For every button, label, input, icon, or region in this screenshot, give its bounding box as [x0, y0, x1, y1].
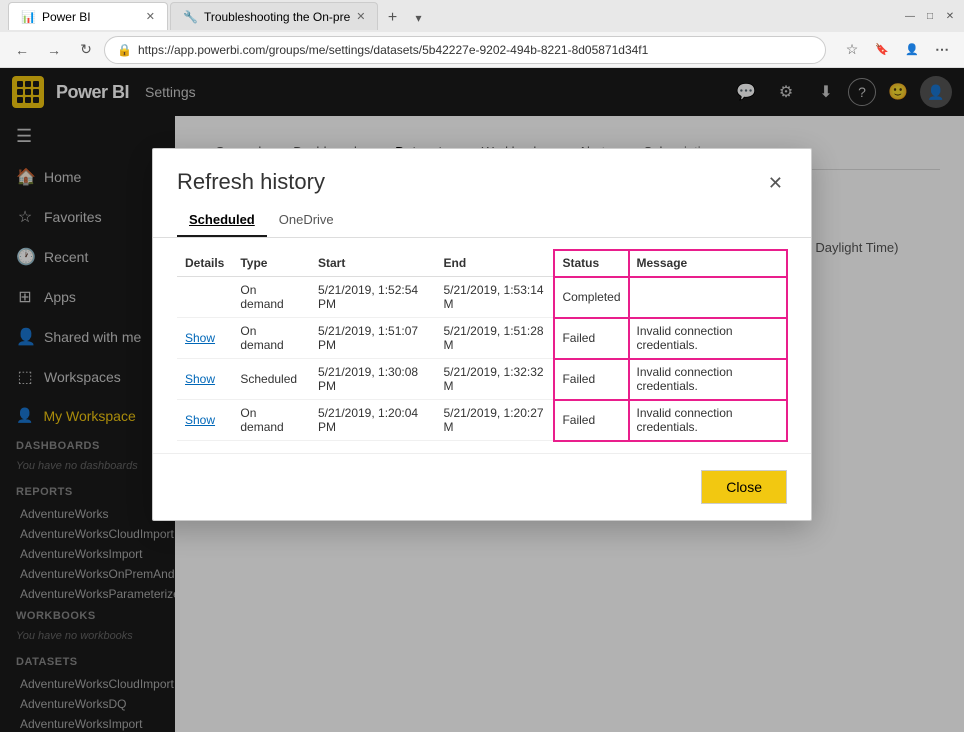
row2-show-link[interactable]: Show [185, 331, 215, 345]
tab2-label: Troubleshooting the On-pre [204, 10, 350, 24]
table-row: On demand 5/21/2019, 1:52:54 PM 5/21/201… [177, 277, 787, 318]
modal-tab-scheduled[interactable]: Scheduled [177, 206, 267, 237]
refresh-history-modal: Refresh history ✕ Scheduled OneDrive Det… [152, 148, 812, 521]
row2-status: Failed [554, 318, 628, 359]
maximize-button[interactable]: □ [924, 10, 936, 22]
row4-show-link[interactable]: Show [185, 413, 215, 427]
table-row: Show On demand 5/21/2019, 1:20:04 PM 5/2… [177, 400, 787, 441]
modal-title: Refresh history [177, 169, 764, 195]
modal-overlay: Refresh history ✕ Scheduled OneDrive Det… [0, 68, 964, 732]
refresh-history-table: Details Type Start End Status Message On… [177, 250, 787, 441]
modal-tabs: Scheduled OneDrive [153, 198, 811, 238]
row2-start: 5/21/2019, 1:51:07 PM [310, 318, 436, 359]
bookmark-button[interactable]: ☆ [838, 36, 866, 64]
tab-list-button[interactable]: ▾ [406, 6, 430, 30]
url-text: https://app.powerbi.com/groups/me/settin… [138, 43, 813, 57]
row3-type: Scheduled [232, 359, 310, 400]
row3-status: Failed [554, 359, 628, 400]
row1-start: 5/21/2019, 1:52:54 PM [310, 277, 436, 318]
col-header-message: Message [629, 250, 788, 277]
refresh-browser-button[interactable]: ↻ [72, 36, 100, 64]
table-header-row: Details Type Start End Status Message [177, 250, 787, 277]
row3-show-link[interactable]: Show [185, 372, 215, 386]
row2-message: Invalid connection credentials. [629, 318, 788, 359]
row1-end: 5/21/2019, 1:53:14 M [435, 277, 554, 318]
bookmark-list-button[interactable]: 🔖 [868, 36, 896, 64]
row1-message [629, 277, 788, 318]
lock-icon: 🔒 [117, 43, 132, 57]
row4-details[interactable]: Show [177, 400, 232, 441]
browser-controls: ← → ↻ 🔒 https://app.powerbi.com/groups/m… [0, 32, 964, 68]
row4-status: Failed [554, 400, 628, 441]
row2-end: 5/21/2019, 1:51:28 M [435, 318, 554, 359]
modal-body: Details Type Start End Status Message On… [153, 238, 811, 453]
tab2-close-btn[interactable]: ✕ [356, 10, 365, 23]
browser-action-buttons: ☆ 🔖 👤 ⋯ [838, 36, 956, 64]
col-header-details: Details [177, 250, 232, 277]
browser-window: 📊 Power BI ✕ 🔧 Troubleshooting the On-pr… [0, 0, 964, 68]
row3-message: Invalid connection credentials. [629, 359, 788, 400]
row2-details[interactable]: Show [177, 318, 232, 359]
modal-close-btn[interactable]: Close [701, 470, 787, 504]
tab-close-btn[interactable]: ✕ [146, 10, 155, 23]
row1-status: Completed [554, 277, 628, 318]
table-row: Show Scheduled 5/21/2019, 1:30:08 PM 5/2… [177, 359, 787, 400]
window-controls: — □ ✕ [904, 10, 956, 22]
row4-type: On demand [232, 400, 310, 441]
minimize-button[interactable]: — [904, 10, 916, 22]
col-header-start: Start [310, 250, 436, 277]
row3-details[interactable]: Show [177, 359, 232, 400]
browser-tabs: 📊 Power BI ✕ 🔧 Troubleshooting the On-pr… [8, 2, 904, 30]
row2-type: On demand [232, 318, 310, 359]
close-window-button[interactable]: ✕ [944, 10, 956, 22]
row3-end: 5/21/2019, 1:32:32 M [435, 359, 554, 400]
col-header-status: Status [554, 250, 628, 277]
modal-close-button[interactable]: ✕ [764, 169, 787, 198]
row3-start: 5/21/2019, 1:30:08 PM [310, 359, 436, 400]
tab-favicon: 📊 [21, 10, 36, 24]
browser-titlebar: 📊 Power BI ✕ 🔧 Troubleshooting the On-pr… [0, 0, 964, 32]
forward-button[interactable]: → [40, 36, 68, 64]
back-button[interactable]: ← [8, 36, 36, 64]
address-bar[interactable]: 🔒 https://app.powerbi.com/groups/me/sett… [104, 36, 826, 64]
modal-header: Refresh history ✕ [153, 149, 811, 198]
col-header-type: Type [232, 250, 310, 277]
row4-message: Invalid connection credentials. [629, 400, 788, 441]
profile-button[interactable]: 👤 [898, 36, 926, 64]
row4-start: 5/21/2019, 1:20:04 PM [310, 400, 436, 441]
modal-footer: Close [153, 453, 811, 520]
more-button[interactable]: ⋯ [928, 36, 956, 64]
modal-tab-onedrive[interactable]: OneDrive [267, 206, 346, 237]
table-row: Show On demand 5/21/2019, 1:51:07 PM 5/2… [177, 318, 787, 359]
active-tab[interactable]: 📊 Power BI ✕ [8, 2, 168, 30]
row4-end: 5/21/2019, 1:20:27 M [435, 400, 554, 441]
tab2-favicon: 🔧 [183, 10, 198, 24]
new-tab-button[interactable]: + [380, 6, 404, 30]
col-header-end: End [435, 250, 554, 277]
tab-label: Power BI [42, 10, 91, 24]
inactive-tab[interactable]: 🔧 Troubleshooting the On-pre ✕ [170, 2, 378, 30]
row1-type: On demand [232, 277, 310, 318]
row1-details [177, 277, 232, 318]
